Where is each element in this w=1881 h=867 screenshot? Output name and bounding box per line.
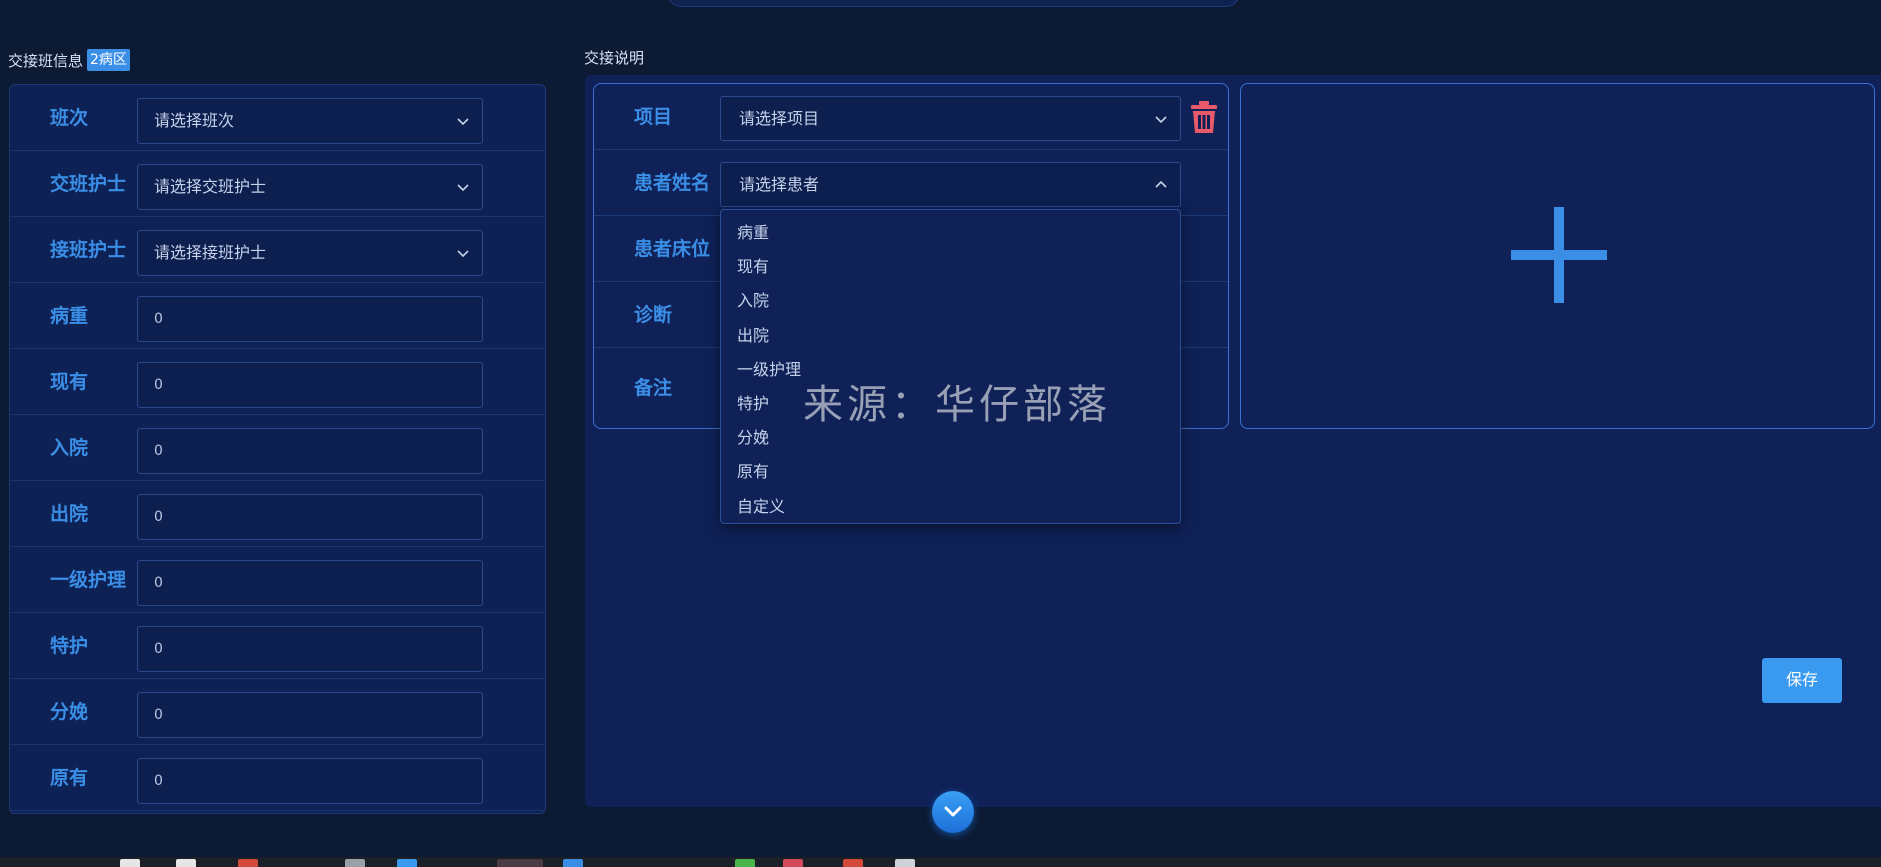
taskbar-app-icon[interactable] [563, 859, 583, 867]
form-row-level1-care: 一级护理 0 [10, 547, 545, 613]
taskbar-app-icon[interactable] [120, 859, 140, 867]
delivery-count-input[interactable]: 0 [137, 692, 483, 738]
chevron-down-icon [944, 806, 962, 817]
taskbar-app-icon[interactable] [843, 859, 863, 867]
form-row-discharged: 出院 0 [10, 481, 545, 547]
select-placeholder: 请选择项目 [739, 109, 820, 128]
handover-nurse-select[interactable]: 请选择交班护士 [137, 164, 483, 210]
chevron-down-icon [457, 184, 469, 192]
dropdown-option[interactable]: 出院 [721, 319, 1180, 353]
card-label: 备注 [634, 377, 673, 399]
item-select[interactable]: 请选择项目 [720, 96, 1181, 141]
form-row-current: 现有 0 [10, 349, 545, 415]
handover-notes-title: 交接说明 [584, 49, 645, 67]
taskbar-app-icon[interactable] [397, 859, 417, 867]
card-label: 诊断 [634, 304, 673, 326]
form-row-delivery: 分娩 0 [10, 679, 545, 745]
ward-badge: 2病区 [87, 49, 130, 71]
form-row-admitted: 入院 0 [10, 415, 545, 481]
card-row-patient-name: 患者姓名 请选择患者 [594, 150, 1228, 216]
dropdown-option[interactable]: 原有 [721, 455, 1180, 489]
form-row-special-care: 特护 0 [10, 613, 545, 679]
save-button[interactable]: 保存 [1762, 658, 1842, 703]
card-label: 患者姓名 [634, 172, 711, 194]
dropdown-option[interactable]: 入院 [721, 284, 1180, 318]
form-label: 出院 [50, 503, 89, 525]
admitted-count-input[interactable]: 0 [137, 428, 483, 474]
form-label: 病重 [50, 305, 89, 327]
taskbar-app-icon[interactable] [783, 859, 803, 867]
taskbar-app-icon[interactable] [176, 859, 196, 867]
discharged-count-input[interactable]: 0 [137, 494, 483, 540]
special-care-count-input[interactable]: 0 [137, 626, 483, 672]
dropdown-option[interactable]: 病重 [721, 216, 1180, 250]
select-placeholder: 请选择班次 [154, 111, 235, 130]
form-row-receiving-nurse: 接班护士 请选择接班护士 [10, 217, 545, 283]
form-label: 入院 [50, 437, 89, 459]
form-label: 交班护士 [50, 173, 127, 195]
select-placeholder: 请选择患者 [739, 175, 820, 194]
current-count-input[interactable]: 0 [137, 362, 483, 408]
taskbar-app-icon[interactable] [735, 859, 755, 867]
section-title-text: 交接班信息 [8, 51, 84, 70]
dropdown-option[interactable]: 现有 [721, 250, 1180, 284]
form-label: 班次 [50, 107, 89, 129]
taskbar-app-icon[interactable] [497, 859, 543, 867]
critical-count-input[interactable]: 0 [137, 296, 483, 342]
handover-info-panel: 班次 请选择班次 交班护士 请选择交班护士 接班护士 请选择接班护士 病重 0 … [9, 84, 546, 814]
plus-icon [1511, 207, 1607, 303]
form-label: 原有 [50, 767, 89, 789]
level1-care-count-input[interactable]: 0 [137, 560, 483, 606]
select-placeholder: 请选择交班护士 [154, 177, 267, 196]
image-upload-area[interactable] [1240, 83, 1875, 429]
select-placeholder: 请选择接班护士 [154, 243, 267, 262]
form-row-original: 原有 0 [10, 745, 545, 811]
form-label: 现有 [50, 371, 89, 393]
patient-dropdown-menu: 病重 现有 入院 出院 一级护理 特护 分娩 原有 自定义 [720, 209, 1181, 524]
taskbar-app-icon[interactable] [895, 859, 915, 867]
original-count-input[interactable]: 0 [137, 758, 483, 804]
dropdown-option[interactable]: 分娩 [721, 421, 1180, 455]
receiving-nurse-select[interactable]: 请选择接班护士 [137, 230, 483, 276]
shift-select[interactable]: 请选择班次 [137, 98, 483, 144]
chevron-down-icon [1155, 116, 1167, 124]
form-row-critical: 病重 0 [10, 283, 545, 349]
patient-name-select[interactable]: 请选择患者 [720, 162, 1181, 207]
card-row-item: 项目 请选择项目 [594, 84, 1228, 150]
card-label: 患者床位 [634, 238, 711, 260]
form-label: 一级护理 [50, 569, 127, 591]
form-row-shift: 班次 请选择班次 [10, 85, 545, 151]
chevron-up-icon [1155, 180, 1167, 188]
taskbar-app-icon[interactable] [238, 859, 258, 867]
form-label: 分娩 [50, 701, 89, 723]
dropdown-option[interactable]: 自定义 [721, 490, 1180, 524]
header-decoration [667, 0, 1240, 7]
dropdown-option[interactable]: 一级护理 [721, 353, 1180, 387]
card-label: 项目 [634, 106, 673, 128]
chevron-down-icon [457, 250, 469, 258]
trash-icon[interactable] [1189, 100, 1219, 134]
form-label: 接班护士 [50, 239, 127, 261]
taskbar [0, 857, 1881, 867]
taskbar-app-icon[interactable] [345, 859, 365, 867]
chevron-down-icon [457, 118, 469, 126]
form-row-handover-nurse: 交班护士 请选择交班护士 [10, 151, 545, 217]
dropdown-option[interactable]: 特护 [721, 387, 1180, 421]
expand-button[interactable] [932, 791, 974, 833]
handover-info-title: 交接班信息 2病区 [8, 49, 130, 71]
form-label: 特护 [50, 635, 89, 657]
